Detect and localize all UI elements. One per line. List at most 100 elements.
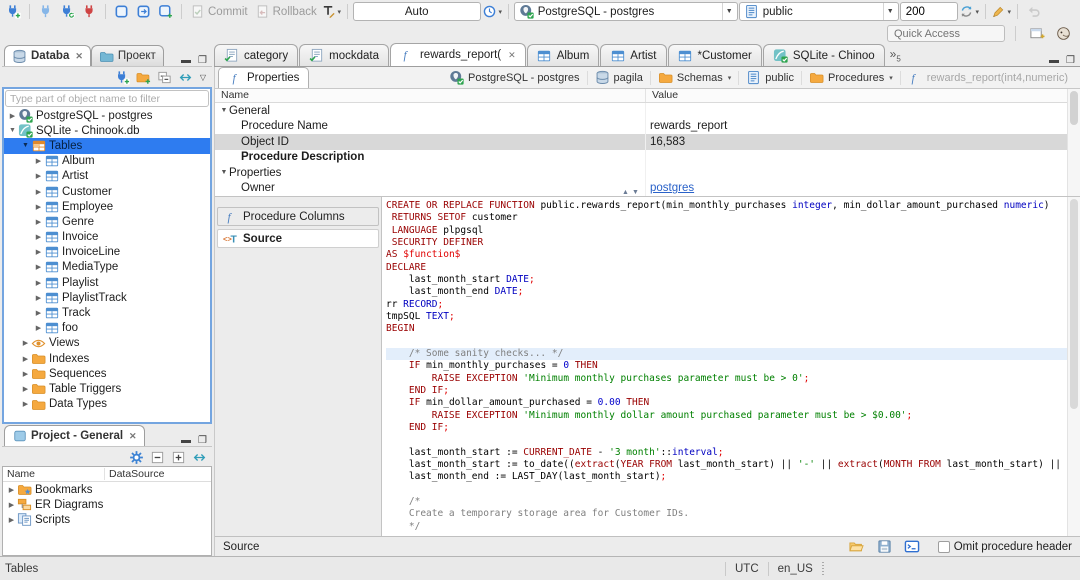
transaction-history-icon[interactable]: ▾ — [482, 2, 503, 21]
reconnect-plug-icon[interactable] — [57, 2, 78, 21]
close-icon[interactable]: ✕ — [75, 51, 83, 62]
project-item-bookmarks[interactable]: ▶ Bookmarks — [3, 482, 211, 497]
close-icon[interactable]: ✕ — [129, 431, 137, 442]
fetch-size-input[interactable] — [899, 2, 958, 21]
editor-tab-rewards-report-[interactable]: f rewards_report(✕ — [389, 43, 526, 66]
expand-arrow-icon[interactable]: ▶ — [6, 516, 17, 524]
breadcrumb-postgresql-postgres[interactable]: PostgreSQL - postgres — [445, 69, 583, 87]
transaction-mode-combo[interactable]: Auto — [352, 2, 481, 21]
tree-item-track[interactable]: ▶ Track — [4, 305, 210, 320]
chevron-down-icon[interactable]: ▾ — [728, 74, 732, 82]
maximize-icon[interactable]: ❐ — [1066, 55, 1075, 66]
tree-item-views[interactable]: ▶ Views — [4, 336, 210, 351]
expand-arrow-icon[interactable]: ▶ — [20, 400, 31, 408]
tree-item-playlist[interactable]: ▶ Playlist — [4, 275, 210, 290]
refresh-icon[interactable]: ▾ — [959, 2, 980, 21]
new-folder-icon[interactable] — [135, 69, 153, 86]
tree-item-table-triggers[interactable]: ▶ Table Triggers — [4, 381, 210, 396]
tab-properties[interactable]: f Properties — [218, 67, 310, 88]
save-to-file-icon[interactable] — [874, 537, 895, 556]
collapse-all-icon[interactable] — [156, 69, 174, 86]
quick-access-input[interactable] — [887, 25, 1005, 42]
load-from-file-icon[interactable] — [846, 537, 867, 556]
side-tab-source[interactable]: <> T Source — [217, 229, 379, 248]
side-tab-procedure-columns[interactable]: f Procedure Columns — [217, 207, 379, 226]
expand-arrow-icon[interactable]: ▶ — [6, 501, 17, 509]
schema-combo[interactable]: public ▼ — [738, 2, 899, 21]
connect-plug-icon[interactable] — [3, 2, 24, 21]
tree-item-data-types[interactable]: ▶ Data Types — [4, 397, 210, 412]
tree-item-invoice[interactable]: ▶ Invoice — [4, 230, 210, 245]
minimize-icon[interactable]: ▬ — [1049, 55, 1059, 66]
tree-item-customer[interactable]: ▶ Customer — [4, 184, 210, 199]
breadcrumb-rewards-report-int4-numeric-[interactable]: f rewards_report(int4,numeric) — [904, 69, 1072, 87]
sash-up-icon[interactable]: ▲ — [622, 189, 629, 196]
tree-item-sqlite-chinook-db[interactable]: ▼ SQLite - Chinook.db — [4, 123, 210, 138]
expand-arrow-icon[interactable]: ▼ — [20, 142, 31, 149]
expand-arrow-icon[interactable]: ▶ — [20, 385, 31, 393]
breadcrumb-schemas[interactable]: Schemas ▾ — [654, 69, 735, 87]
editor-tab-sqlite-chinoo[interactable]: SQLite - Chinoo — [762, 44, 885, 66]
editor-tab--customer[interactable]: *Customer — [667, 44, 762, 66]
connect-icon[interactable] — [114, 69, 132, 86]
transaction-log-icon[interactable]: ▾ — [321, 2, 342, 21]
expand-arrow-icon[interactable]: ▶ — [33, 294, 44, 302]
editor-tab-album[interactable]: Album — [526, 44, 600, 66]
expand-arrow-icon[interactable]: ▶ — [7, 112, 18, 120]
tree-item-album[interactable]: ▶ Album — [4, 154, 210, 169]
tree-item-playlisttrack[interactable]: ▶ PlaylistTrack — [4, 290, 210, 305]
status-locale[interactable]: en_US — [778, 563, 813, 575]
expand-arrow-icon[interactable]: ▶ — [33, 172, 44, 180]
grid-column-value[interactable]: Value — [646, 89, 678, 102]
expand-icon[interactable] — [169, 449, 187, 466]
tree-item-foo[interactable]: ▶ foo — [4, 321, 210, 336]
editor-tab-category[interactable]: category — [214, 44, 299, 66]
expand-arrow-icon[interactable]: ▶ — [33, 263, 44, 271]
expand-arrow-icon[interactable]: ▶ — [20, 355, 31, 363]
tree-item-employee[interactable]: ▶ Employee — [4, 199, 210, 214]
tree-item-mediatype[interactable]: ▶ MediaType — [4, 260, 210, 275]
view-menu-icon[interactable]: ▽ — [198, 73, 208, 82]
project-item-scripts[interactable]: ▶ Scripts — [3, 512, 211, 527]
expand-arrow-icon[interactable]: ▶ — [33, 188, 44, 196]
expand-arrow-icon[interactable]: ▶ — [33, 233, 44, 241]
collapse-arrow-icon[interactable]: ▼ — [219, 107, 229, 114]
expand-arrow-icon[interactable]: ▶ — [33, 203, 44, 211]
tab-проект[interactable]: Проект — [90, 45, 164, 66]
breadcrumb-procedures[interactable]: Procedures ▾ — [805, 69, 897, 87]
plug-icon[interactable] — [35, 2, 56, 21]
object-filter-input[interactable] — [5, 90, 209, 107]
close-icon[interactable]: ✕ — [508, 50, 516, 61]
settings-gear-icon[interactable] — [127, 449, 145, 466]
expand-arrow-icon[interactable]: ▶ — [33, 279, 44, 287]
expand-arrow-icon[interactable]: ▼ — [7, 127, 18, 134]
project-item-er-diagrams[interactable]: ▶ ER Diagrams — [3, 497, 211, 512]
tree-item-indexes[interactable]: ▶ Indexes — [4, 351, 210, 366]
sql-editor-new-icon[interactable] — [155, 2, 176, 21]
grid-column-name[interactable]: Name — [215, 89, 646, 102]
grid-row-procedure-name[interactable]: Procedure Name rewards_report — [215, 118, 1080, 134]
sql-editor-next-icon[interactable] — [133, 2, 154, 21]
tab-project-general[interactable]: Project - General ✕ — [4, 425, 145, 446]
editor-tab-artist[interactable]: Artist — [600, 44, 667, 66]
column-datasource[interactable]: DataSource — [105, 468, 164, 480]
tab-overflow-indicator[interactable]: »5 — [890, 47, 901, 63]
collapse-icon[interactable] — [148, 449, 166, 466]
maximize-icon[interactable]: ❐ — [198, 435, 207, 446]
tree-item-invoiceline[interactable]: ▶ InvoiceLine — [4, 245, 210, 260]
expand-arrow-icon[interactable]: ▶ — [33, 309, 44, 317]
expand-arrow-icon[interactable]: ▶ — [33, 324, 44, 332]
tree-item-tables[interactable]: ▼ Tables — [4, 138, 210, 154]
maximize-icon[interactable]: ❐ — [198, 55, 207, 66]
expand-arrow-icon[interactable]: ▶ — [6, 486, 17, 494]
open-perspective-icon[interactable] — [1026, 24, 1047, 43]
expand-arrow-icon[interactable]: ▶ — [20, 370, 31, 378]
grid-row-procedure-description[interactable]: Procedure Description — [215, 149, 1080, 165]
status-timezone[interactable]: UTC — [735, 563, 759, 575]
undo-icon[interactable] — [1023, 2, 1044, 21]
grid-row-general[interactable]: ▼ General — [215, 103, 1080, 119]
code-scrollbar[interactable] — [1067, 197, 1080, 536]
commit-button[interactable]: Commit — [187, 2, 251, 21]
link-with-editor-icon[interactable] — [177, 69, 195, 86]
link-with-editor-icon[interactable] — [190, 449, 208, 466]
